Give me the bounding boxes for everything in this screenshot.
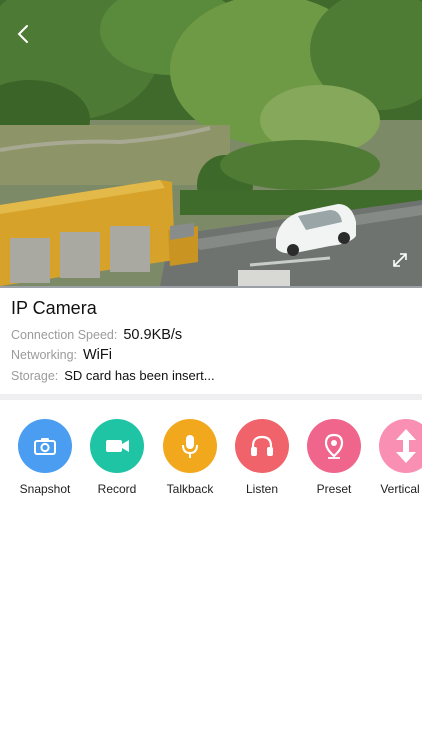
record-circle bbox=[90, 419, 144, 473]
camera-icon bbox=[34, 438, 56, 455]
action-bar: Snapshot Record Talkback Listen Preset V… bbox=[0, 400, 422, 510]
storage-label: Storage: bbox=[11, 369, 59, 383]
vertical-cruise-label: Vertical C bbox=[380, 482, 422, 496]
camera-info-panel: IP Camera Connection Speed: 50.9KB/s Net… bbox=[0, 288, 422, 394]
talkback-button[interactable]: Talkback bbox=[154, 419, 226, 496]
connection-speed-label: Connection Speed: bbox=[11, 328, 118, 342]
connection-speed-value: 50.9KB/s bbox=[123, 327, 183, 343]
snapshot-circle bbox=[18, 419, 72, 473]
location-pin-icon bbox=[324, 433, 344, 459]
snapshot-button[interactable]: Snapshot bbox=[9, 419, 81, 496]
camera-name: IP Camera bbox=[11, 298, 97, 318]
vertical-cruise-button[interactable]: Vertical C bbox=[370, 419, 422, 496]
chevron-left-icon bbox=[17, 25, 28, 43]
snapshot-label: Snapshot bbox=[19, 482, 71, 496]
back-button[interactable] bbox=[12, 22, 36, 46]
preset-label: Preset bbox=[316, 482, 352, 496]
storage-row: Storage: SD card has been insert... bbox=[11, 368, 215, 388]
record-button[interactable]: Record bbox=[81, 419, 153, 496]
networking-value: WiFi bbox=[83, 347, 112, 363]
listen-label: Listen bbox=[245, 482, 279, 496]
expand-icon bbox=[393, 253, 407, 267]
headphones-icon bbox=[251, 435, 273, 456]
talkback-label: Talkback bbox=[166, 482, 214, 496]
listen-button[interactable]: Listen bbox=[226, 419, 298, 496]
networking-label: Networking: bbox=[11, 348, 77, 362]
listen-circle bbox=[235, 419, 289, 473]
video-frame-image bbox=[0, 0, 422, 286]
talkback-circle bbox=[163, 419, 217, 473]
vertical-arrows-icon bbox=[396, 429, 416, 463]
vertical-cruise-circle bbox=[379, 419, 422, 473]
record-label: Record bbox=[97, 482, 137, 496]
preset-circle bbox=[307, 419, 361, 473]
camera-video-feed[interactable] bbox=[0, 0, 422, 286]
video-camera-icon bbox=[106, 440, 129, 452]
storage-value: SD card has been insert... bbox=[64, 368, 215, 383]
connection-speed-row: Connection Speed: 50.9KB/s bbox=[11, 327, 182, 347]
networking-row: Networking: WiFi bbox=[11, 347, 112, 367]
fullscreen-button[interactable] bbox=[390, 250, 410, 270]
preset-button[interactable]: Preset bbox=[298, 419, 370, 496]
microphone-icon bbox=[182, 435, 198, 458]
